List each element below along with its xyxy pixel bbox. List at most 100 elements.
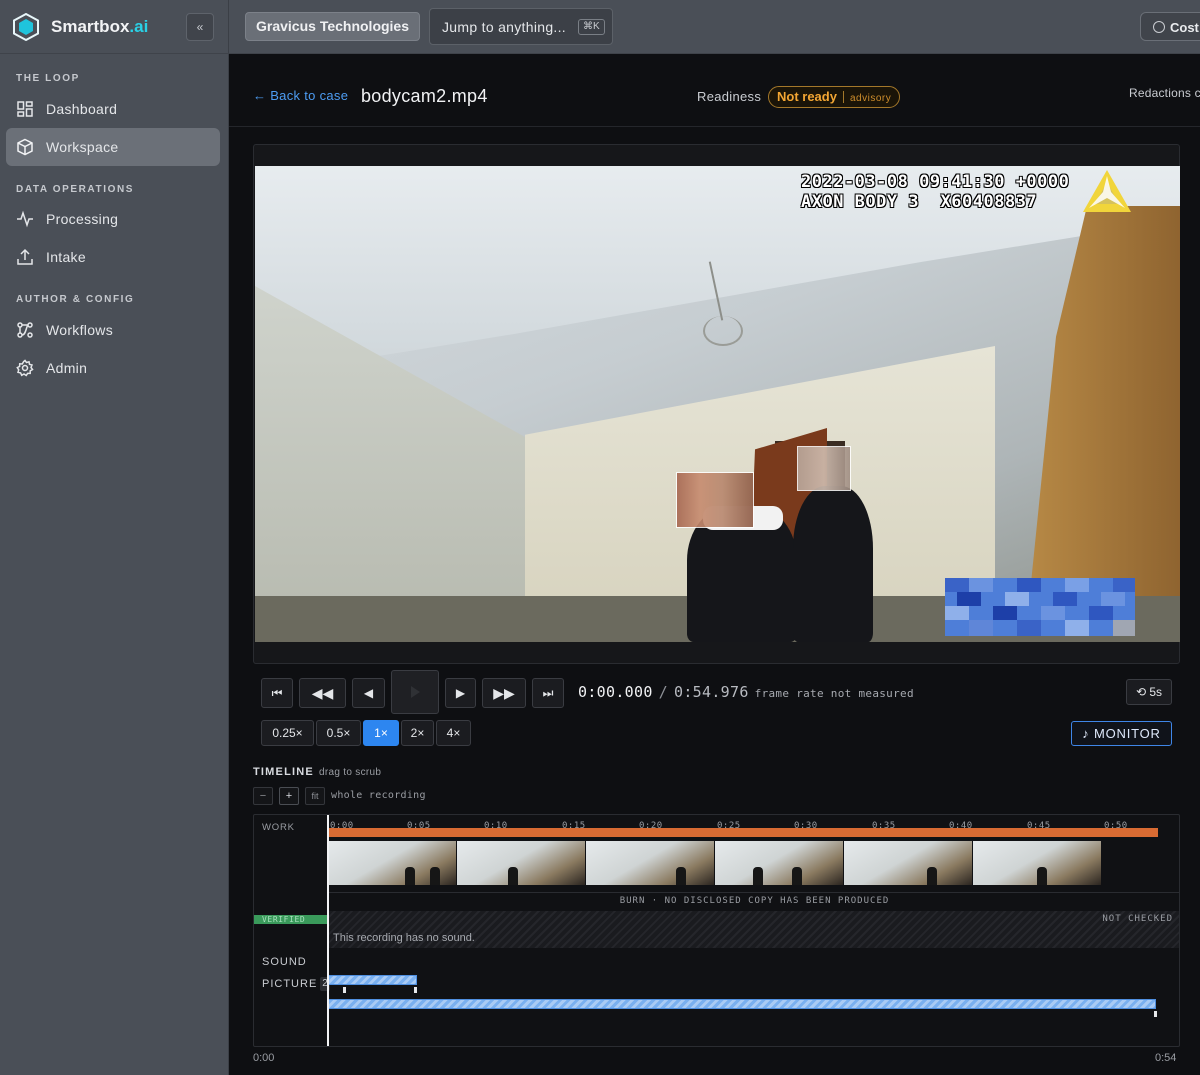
frame-thumbnail	[328, 841, 457, 885]
org-switcher-button[interactable]: Gravicus Technologies	[245, 12, 421, 41]
skip-to-end-button[interactable]: ⏭	[532, 678, 564, 708]
jump-search-input[interactable]: Jump to anything... ⌘K	[429, 8, 613, 45]
back-to-case-link[interactable]: ← Back to case	[253, 88, 348, 103]
sidebar: Smartbox.ai « THE LOOP Dashboard Workspa…	[0, 0, 229, 1075]
jump-placeholder: Jump to anything...	[442, 19, 566, 35]
readiness-label: Readiness	[697, 89, 762, 104]
speed-0-5-button[interactable]: 0.5×	[316, 720, 361, 746]
thumbnail-strip[interactable]	[328, 841, 1102, 885]
face-redaction-box[interactable]	[797, 446, 851, 491]
timeline-range-label: whole recording	[331, 790, 426, 801]
cost-icon	[1153, 21, 1165, 33]
playhead[interactable]	[327, 815, 329, 1046]
sidebar-item-intake[interactable]: Intake	[6, 238, 220, 276]
face-redaction-box[interactable]	[676, 472, 754, 528]
officer-figure	[793, 486, 873, 642]
flow-icon	[17, 322, 33, 338]
file-header: ← Back to case bodycam2.mp4 Readiness No…	[229, 55, 1200, 127]
no-sound-note: This recording has no sound.	[333, 932, 475, 944]
redaction-segment[interactable]	[328, 975, 417, 985]
tick-label: 0:35	[872, 821, 896, 831]
pixelated-redaction[interactable]	[945, 578, 1135, 636]
rewind-button[interactable]: ◀◀	[299, 678, 346, 708]
segment-handle[interactable]	[1154, 1011, 1157, 1017]
section-label-the-loop: THE LOOP	[16, 73, 80, 84]
collapse-sidebar-button[interactable]: «	[186, 13, 214, 41]
scene-bookshelf	[1025, 206, 1180, 642]
gear-icon	[16, 359, 34, 377]
timeline-track[interactable]: WORK 0:00 0:05 0:10 0:15 0:20 0:25 0:30 …	[253, 814, 1180, 1047]
tick-label: 0:15	[562, 821, 586, 831]
file-title: bodycam2.mp4	[361, 86, 488, 106]
sidebar-item-label: Workflows	[46, 322, 114, 338]
tick-label: 0:10	[484, 821, 508, 831]
redactions-tab[interactable]: Redactions c	[1129, 86, 1200, 100]
timeline-hint: drag to scrub	[319, 767, 382, 778]
sidebar-item-admin[interactable]: Admin	[6, 349, 220, 387]
tick-label: 0:25	[717, 821, 741, 831]
current-time: 0:00.000	[578, 683, 653, 701]
segment-handle[interactable]	[414, 987, 417, 993]
topbar: Gravicus Technologies Jump to anything..…	[229, 0, 1200, 54]
burn-status: BURN · NO DISCLOSED COPY HAS BEEN PRODUC…	[619, 896, 890, 906]
speed-0-25-button[interactable]: 0.25×	[261, 720, 314, 746]
sidebar-item-processing[interactable]: Processing	[6, 200, 220, 238]
zoom-in-button[interactable]: +	[279, 787, 299, 805]
play-button[interactable]	[391, 670, 439, 714]
sidebar-item-label: Intake	[46, 249, 86, 265]
timeline-start-time: 0:00	[253, 1052, 275, 1064]
speed-1-button[interactable]: 1×	[363, 720, 399, 746]
video-frame[interactable]: 2022-03-08 09:41:30 +0000 AXON BODY 3 X6…	[255, 166, 1180, 642]
segment-handle[interactable]	[343, 987, 346, 993]
fast-forward-button[interactable]: ▶▶	[482, 678, 526, 708]
total-time: 0:54.976	[674, 683, 749, 701]
sidebar-item-workflows[interactable]: Workflows	[6, 311, 220, 349]
frame-thumbnail	[844, 841, 973, 885]
cube-icon	[17, 138, 33, 156]
monitor-button[interactable]: ♪ MONITOR	[1071, 721, 1172, 746]
grid-icon	[17, 101, 33, 117]
readiness-status-badge[interactable]: Not ready advisory	[768, 86, 901, 108]
sidebar-item-label: Admin	[46, 360, 88, 376]
sidebar-item-dashboard[interactable]: Dashboard	[6, 90, 220, 128]
bodycam-hud: 2022-03-08 09:41:30 +0000 AXON BODY 3 X6…	[801, 172, 1070, 212]
frame-thumbnail	[973, 841, 1102, 885]
cost-button[interactable]: Cost	[1140, 12, 1200, 41]
picture-track-label: PICTURE	[262, 978, 318, 990]
zoom-out-button[interactable]: −	[253, 787, 273, 805]
redaction-segment[interactable]	[328, 999, 1156, 1009]
brand-name[interactable]: Smartbox.ai	[51, 17, 148, 37]
tick-label: 0:40	[949, 821, 973, 831]
section-label-author-config: AUTHOR & CONFIG	[16, 294, 135, 305]
play-icon	[411, 686, 420, 698]
sidebar-item-label: Processing	[46, 211, 119, 227]
sidebar-item-workspace[interactable]: Workspace	[6, 128, 220, 166]
readiness-level: advisory	[849, 93, 892, 104]
timeline-title: TIMELINE	[253, 766, 314, 778]
video-player[interactable]: 2022-03-08 09:41:30 +0000 AXON BODY 3 X6…	[253, 144, 1180, 664]
shortcut-badge: ⌘K	[578, 19, 605, 35]
sound-track-label: SOUND	[262, 956, 307, 968]
tick-label: 0:50	[1104, 821, 1128, 831]
sidebar-item-label: Workspace	[46, 139, 119, 155]
speed-2-button[interactable]: 2×	[401, 720, 434, 746]
back-5s-button[interactable]: ⟲ 5s	[1126, 679, 1172, 705]
tick-label: 0:05	[407, 821, 431, 831]
axon-logo-icon	[1083, 170, 1131, 212]
cost-label: Cost	[1170, 20, 1199, 35]
readiness-status: Not ready	[777, 89, 837, 104]
step-forward-button[interactable]: ▶	[445, 678, 476, 708]
tick-label: 0:45	[1027, 821, 1051, 831]
frame-thumbnail	[457, 841, 586, 885]
skip-to-start-button[interactable]: ⏮	[261, 678, 293, 708]
frame-thumbnail	[715, 841, 844, 885]
step-back-button[interactable]: ◀	[352, 678, 385, 708]
smartbox-logo-icon[interactable]	[13, 13, 39, 41]
speed-4-button[interactable]: 4×	[436, 720, 471, 746]
tick-label: 0:20	[639, 821, 663, 831]
not-checked-label: NOT CHECKED	[1102, 914, 1173, 924]
timeline-end-time: 0:54	[1155, 1052, 1177, 1064]
frame-rate-note: frame rate not measured	[754, 687, 914, 700]
fit-button[interactable]: fit	[305, 787, 325, 805]
sidebar-item-label: Dashboard	[46, 101, 118, 117]
